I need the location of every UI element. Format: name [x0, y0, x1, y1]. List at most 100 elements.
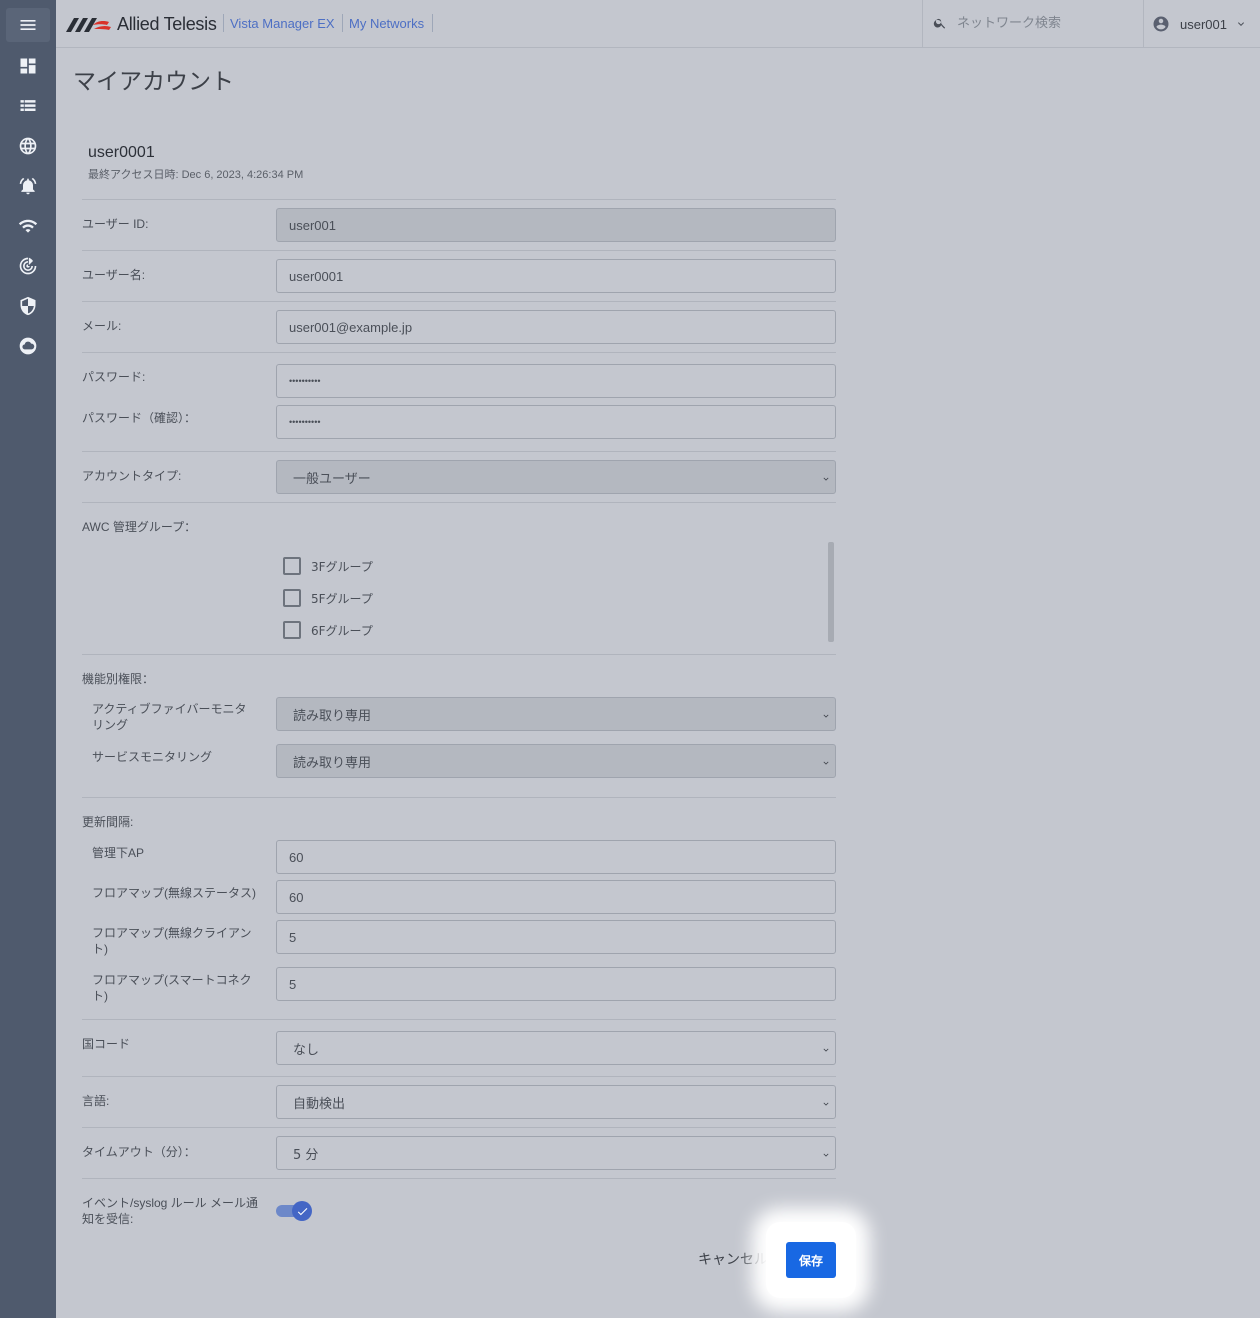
- divider: [82, 301, 836, 302]
- active-fiber-select[interactable]: 読み取り専用: [276, 697, 836, 731]
- timeout-select[interactable]: 5 分: [276, 1136, 836, 1170]
- divider: [82, 199, 836, 200]
- divider: [82, 1178, 836, 1179]
- search-input[interactable]: [957, 12, 1137, 34]
- save-button[interactable]: 保存: [786, 1242, 836, 1278]
- user-id-field: user001: [276, 208, 836, 242]
- last-access-label: 最終アクセス日時:: [88, 169, 179, 181]
- password-confirm-label: パスワード（確認）：: [82, 411, 197, 425]
- floor-wireless-status-input[interactable]: [289, 889, 823, 905]
- language-label: 言語:: [82, 1094, 110, 1108]
- account-circle-icon: [1152, 15, 1170, 33]
- divider: [82, 797, 836, 798]
- email-label: メール:: [82, 319, 122, 333]
- username-field[interactable]: [276, 259, 836, 293]
- user-id-label: ユーザー ID:: [82, 217, 149, 231]
- cancel-button[interactable]: キャンセル: [696, 1248, 770, 1272]
- floor-smart-connect-label: フロアマップ(スマートコネク ト): [92, 973, 252, 1003]
- active-fiber-value: 読み取り専用: [293, 708, 372, 724]
- list-icon[interactable]: [16, 94, 40, 118]
- wifi-icon[interactable]: [16, 214, 40, 238]
- floor-smart-connect-field[interactable]: [276, 967, 836, 1001]
- divider: [82, 654, 836, 655]
- divider: [82, 451, 836, 452]
- floor-wireless-status-field[interactable]: [276, 880, 836, 914]
- shield-icon[interactable]: [16, 294, 40, 318]
- allied-telesis-logo[interactable]: Allied Telesis: [66, 12, 217, 36]
- timeout-value: 5 分: [293, 1147, 319, 1163]
- radar-icon[interactable]: [16, 254, 40, 278]
- breadcrumb-separator: [432, 14, 433, 32]
- account-type-value: 一般ユーザー: [293, 471, 371, 487]
- feature-permission-label: 機能別権限：: [82, 672, 155, 686]
- floor-wireless-client-field[interactable]: [276, 920, 836, 954]
- email-field[interactable]: [276, 310, 836, 344]
- checkbox[interactable]: [283, 589, 301, 607]
- top-header: Allied Telesis Vista Manager EX My Netwo…: [56, 0, 1260, 48]
- account-type-label: アカウントタイプ:: [82, 469, 182, 483]
- language-select[interactable]: 自動検出: [276, 1085, 836, 1119]
- username-input[interactable]: [289, 268, 823, 284]
- password-confirm-value: ••••••••••: [289, 417, 321, 427]
- user-menu[interactable]: user001: [1152, 12, 1247, 36]
- country-code-select[interactable]: なし: [276, 1031, 836, 1065]
- account-type-select[interactable]: 一般ユーザー: [276, 460, 836, 494]
- menu-icon[interactable]: [6, 8, 50, 42]
- refresh-interval-label: 更新間隔:: [82, 815, 134, 829]
- checkbox[interactable]: [283, 621, 301, 639]
- sidebar: [0, 0, 56, 1318]
- divider: [82, 352, 836, 353]
- floor-wireless-status-label: フロアマップ(無線ステータス): [92, 886, 256, 900]
- managed-ap-input[interactable]: [289, 849, 823, 865]
- divider: [82, 1076, 836, 1077]
- password-confirm-field[interactable]: ••••••••••: [276, 405, 836, 439]
- breadcrumb-separator: [223, 14, 224, 32]
- awc-group-item[interactable]: 5Fグループ: [283, 589, 373, 607]
- user-name: user001: [1180, 16, 1227, 32]
- awc-group-item[interactable]: 6Fグループ: [283, 621, 373, 639]
- awc-group-label: AWC 管理グループ：: [82, 520, 197, 534]
- managed-ap-field[interactable]: [276, 840, 836, 874]
- event-mail-label: イベント/syslog ルール メール通 知を受信:: [82, 1196, 259, 1226]
- country-code-value: なし: [293, 1042, 320, 1058]
- brand-name: Allied Telesis: [117, 13, 217, 34]
- network-search: [922, 0, 1144, 47]
- user-id-value: user001: [289, 217, 336, 233]
- divider: [82, 250, 836, 251]
- alarm-icon[interactable]: [16, 174, 40, 198]
- chevron-down-icon: [821, 1044, 831, 1054]
- username-label: ユーザー名:: [82, 268, 146, 282]
- event-mail-toggle[interactable]: [276, 1201, 312, 1221]
- checkbox[interactable]: [283, 557, 301, 575]
- floor-wireless-client-label: フロアマップ(無線クライアン ト): [92, 926, 252, 956]
- floor-wireless-client-input[interactable]: [289, 929, 823, 945]
- chevron-down-icon: [821, 1149, 831, 1159]
- password-field[interactable]: ••••••••••: [276, 364, 836, 398]
- awc-group-name: 5Fグループ: [311, 591, 373, 606]
- account-name: user0001: [88, 144, 155, 161]
- awc-group-name: 3Fグループ: [311, 559, 373, 574]
- country-code-label: 国コード: [82, 1037, 131, 1051]
- chevron-down-icon: [1235, 18, 1247, 30]
- cloud-icon[interactable]: [16, 334, 40, 358]
- service-monitoring-select[interactable]: 読み取り専用: [276, 744, 836, 778]
- floor-smart-connect-input[interactable]: [289, 976, 823, 992]
- chevron-down-icon: [821, 1098, 831, 1108]
- awc-group-item[interactable]: 3Fグループ: [283, 557, 373, 575]
- active-fiber-label: アクティブファイバーモニタ リング: [92, 702, 247, 732]
- globe-icon[interactable]: [16, 134, 40, 158]
- breadcrumb-my-networks[interactable]: My Networks: [349, 16, 424, 31]
- password-value: ••••••••••: [289, 376, 321, 386]
- breadcrumb-vista-manager[interactable]: Vista Manager EX: [230, 16, 335, 31]
- email-input[interactable]: [289, 319, 823, 335]
- search-icon: [933, 18, 946, 29]
- last-access: 最終アクセス日時: Dec 6, 2023, 4:26:34 PM: [88, 166, 303, 182]
- service-monitoring-value: 読み取り専用: [293, 755, 372, 771]
- scrollbar[interactable]: [828, 542, 834, 642]
- chevron-down-icon: [821, 757, 831, 767]
- divider: [82, 502, 836, 503]
- page-title: マイアカウント: [73, 69, 234, 95]
- breadcrumb-separator: [342, 14, 343, 32]
- divider: [82, 1019, 836, 1020]
- dashboard-icon[interactable]: [16, 54, 40, 78]
